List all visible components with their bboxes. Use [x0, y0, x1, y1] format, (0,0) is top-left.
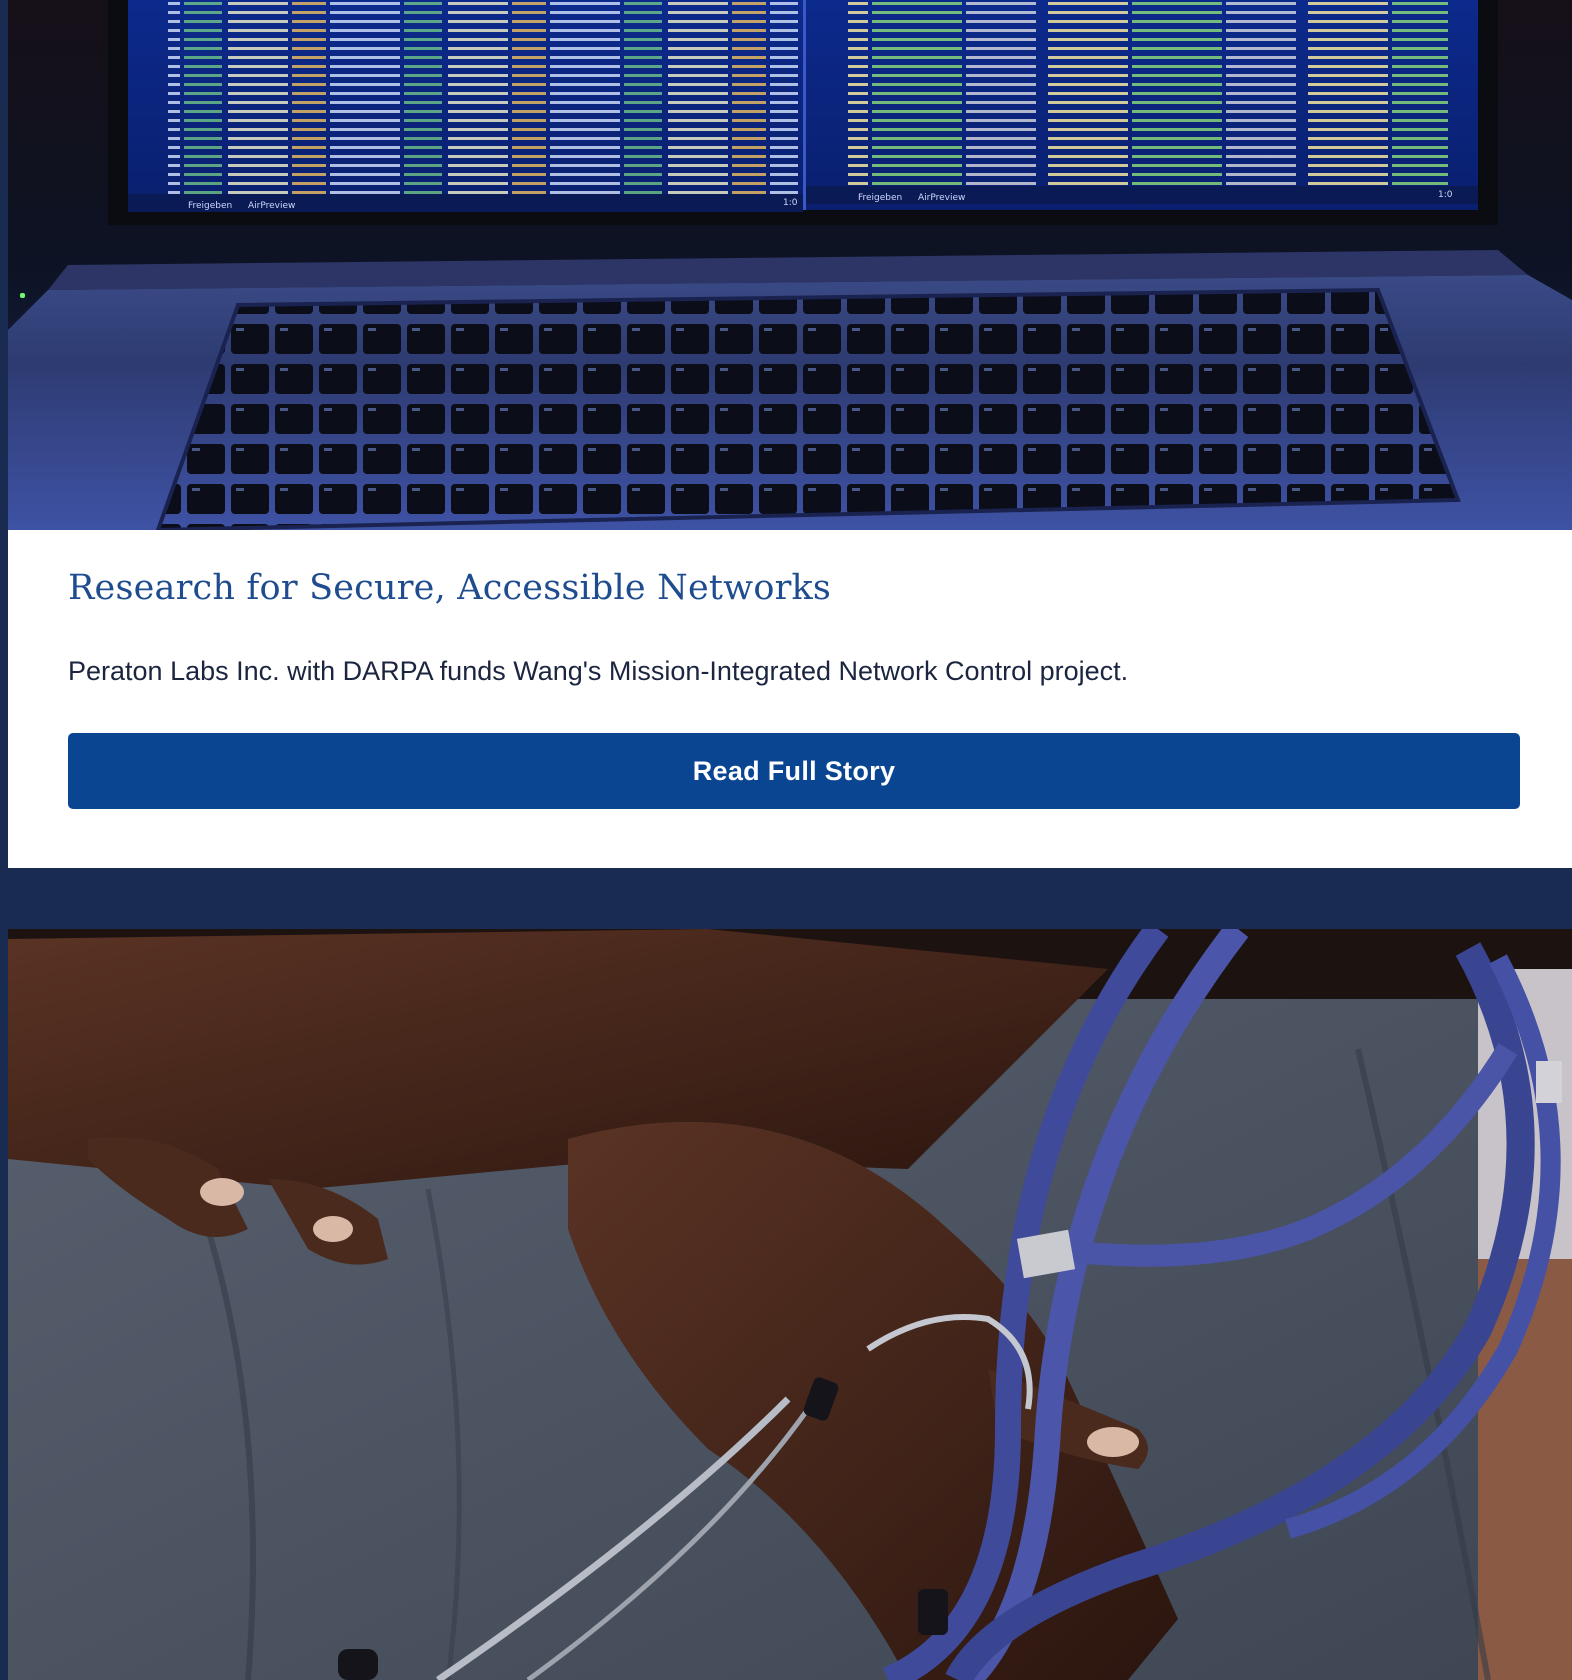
left-rail	[0, 0, 8, 1680]
story-image-stethoscope[interactable]	[8, 929, 1572, 1680]
story-card	[8, 929, 1572, 1680]
svg-text:Freigeben: Freigeben	[858, 193, 902, 203]
svg-text:AirPreview: AirPreview	[918, 193, 965, 203]
svg-text:1:0: 1:0	[1438, 190, 1453, 200]
laptop-code-photo: Freigeben AirPreview 1:0 Freigeben AirPr…	[8, 0, 1572, 530]
svg-text:Freigeben: Freigeben	[188, 201, 232, 211]
story-card: Freigeben AirPreview 1:0 Freigeben AirPr…	[8, 0, 1572, 868]
read-full-story-button[interactable]: Read Full Story	[68, 733, 1520, 809]
svg-text:AirPreview: AirPreview	[248, 201, 295, 211]
stethoscope-hands-photo	[8, 929, 1572, 1680]
story-title[interactable]: Research for Secure, Accessible Networks	[68, 568, 831, 608]
story-image-laptop[interactable]: Freigeben AirPreview 1:0 Freigeben AirPr…	[8, 0, 1572, 530]
story-description: Peraton Labs Inc. with DARPA funds Wang'…	[68, 656, 1129, 686]
svg-text:1:0: 1:0	[783, 198, 798, 208]
section-divider	[0, 868, 1572, 929]
